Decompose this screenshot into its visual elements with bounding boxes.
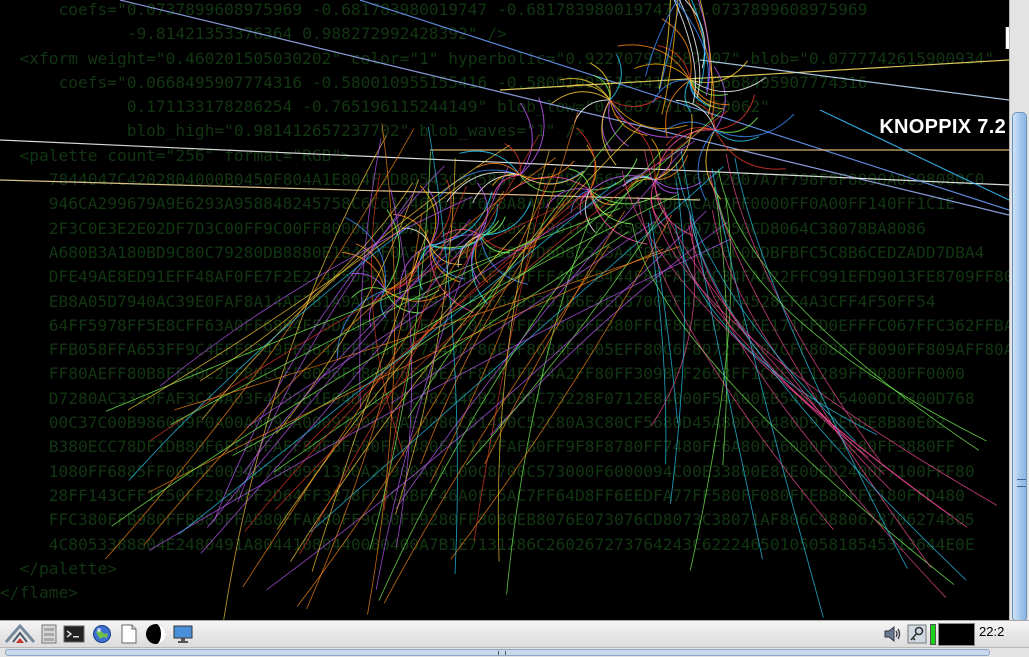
fractal-stroke <box>609 54 622 101</box>
file-manager-icon[interactable] <box>38 623 60 645</box>
fractal-stroke <box>242 221 487 474</box>
fractal-stroke <box>484 210 626 465</box>
desktop: coefs="0.0737899608975969 -0.68178398001… <box>0 0 1009 620</box>
fractal-stroke <box>232 109 723 456</box>
fractal-stroke <box>674 224 878 436</box>
fractal-stroke <box>310 166 724 533</box>
network-key-icon[interactable] <box>906 623 928 645</box>
fractal-stroke <box>450 214 672 560</box>
knoppix-menu-icon[interactable] <box>3 623 37 645</box>
fractal-stroke <box>714 117 759 133</box>
taskbar: 22:2 <box>0 620 1029 647</box>
fractal-stroke <box>589 158 638 191</box>
fractal-stroke <box>709 170 932 569</box>
fractal-stroke <box>119 0 1009 216</box>
fractal-stroke <box>199 182 413 382</box>
cpu-meter <box>930 624 936 645</box>
fractal-stroke <box>299 134 540 555</box>
fractal-stroke <box>497 150 550 562</box>
fractal-stroke <box>714 113 795 138</box>
vertical-scrollbar[interactable] <box>1009 0 1029 640</box>
knoppix-version-label: KNOPPIX 7.2 <box>879 116 1006 138</box>
fractal-stroke <box>658 0 671 90</box>
fractal-stroke <box>351 287 386 299</box>
fractal-flame-wallpaper <box>0 0 1009 620</box>
fractal-stroke <box>576 127 596 191</box>
pager-desktop-1[interactable] <box>938 623 975 646</box>
fractal-stroke <box>490 221 729 436</box>
fractal-stroke <box>590 62 611 101</box>
clock[interactable]: 22:2 <box>979 624 1009 639</box>
fractal-stroke <box>713 66 726 131</box>
fractal-stroke <box>689 77 767 93</box>
fractal-stroke <box>0 139 1009 186</box>
grip-icon <box>1017 479 1026 487</box>
web-browser-icon[interactable] <box>91 623 113 645</box>
fractal-stroke <box>637 196 834 530</box>
fractal-stroke <box>170 238 535 426</box>
fractal-stroke <box>465 209 665 466</box>
fractal-stroke <box>223 135 387 620</box>
fractal-stroke <box>105 128 415 560</box>
fractal-stroke <box>375 166 509 590</box>
horizontal-scrollbar[interactable] <box>0 647 1029 657</box>
fractal-stroke <box>174 245 681 411</box>
fractal-stroke <box>699 59 1009 101</box>
fractal-stroke <box>499 59 1009 91</box>
fractal-stroke <box>675 162 856 442</box>
fractal-stroke <box>689 60 748 84</box>
display-settings-icon[interactable] <box>145 623 167 645</box>
fractal-stroke <box>128 225 411 481</box>
fractal-stroke <box>680 150 763 560</box>
terminal-icon[interactable] <box>63 623 85 645</box>
fractal-stroke <box>359 0 1009 211</box>
fractal-stroke <box>551 91 611 104</box>
fractal-stroke <box>276 224 526 530</box>
horizontal-scrollbar-thumb[interactable] <box>5 649 990 656</box>
grip-icon <box>498 651 506 655</box>
fractal-stroke <box>669 179 686 504</box>
monitor-icon[interactable] <box>172 623 194 645</box>
text-editor-icon[interactable] <box>118 623 140 645</box>
fractal-stroke <box>201 144 510 421</box>
fractal-stroke <box>716 194 987 442</box>
speaker-icon[interactable] <box>882 623 904 645</box>
fractal-stroke <box>242 190 505 588</box>
fractal-stroke <box>725 153 881 462</box>
fractal-stroke <box>559 78 611 101</box>
vertical-scrollbar-thumb[interactable] <box>1012 112 1027 622</box>
fractal-stroke <box>654 179 702 190</box>
fractal-stroke <box>714 94 756 131</box>
fractal-stroke <box>717 169 980 451</box>
